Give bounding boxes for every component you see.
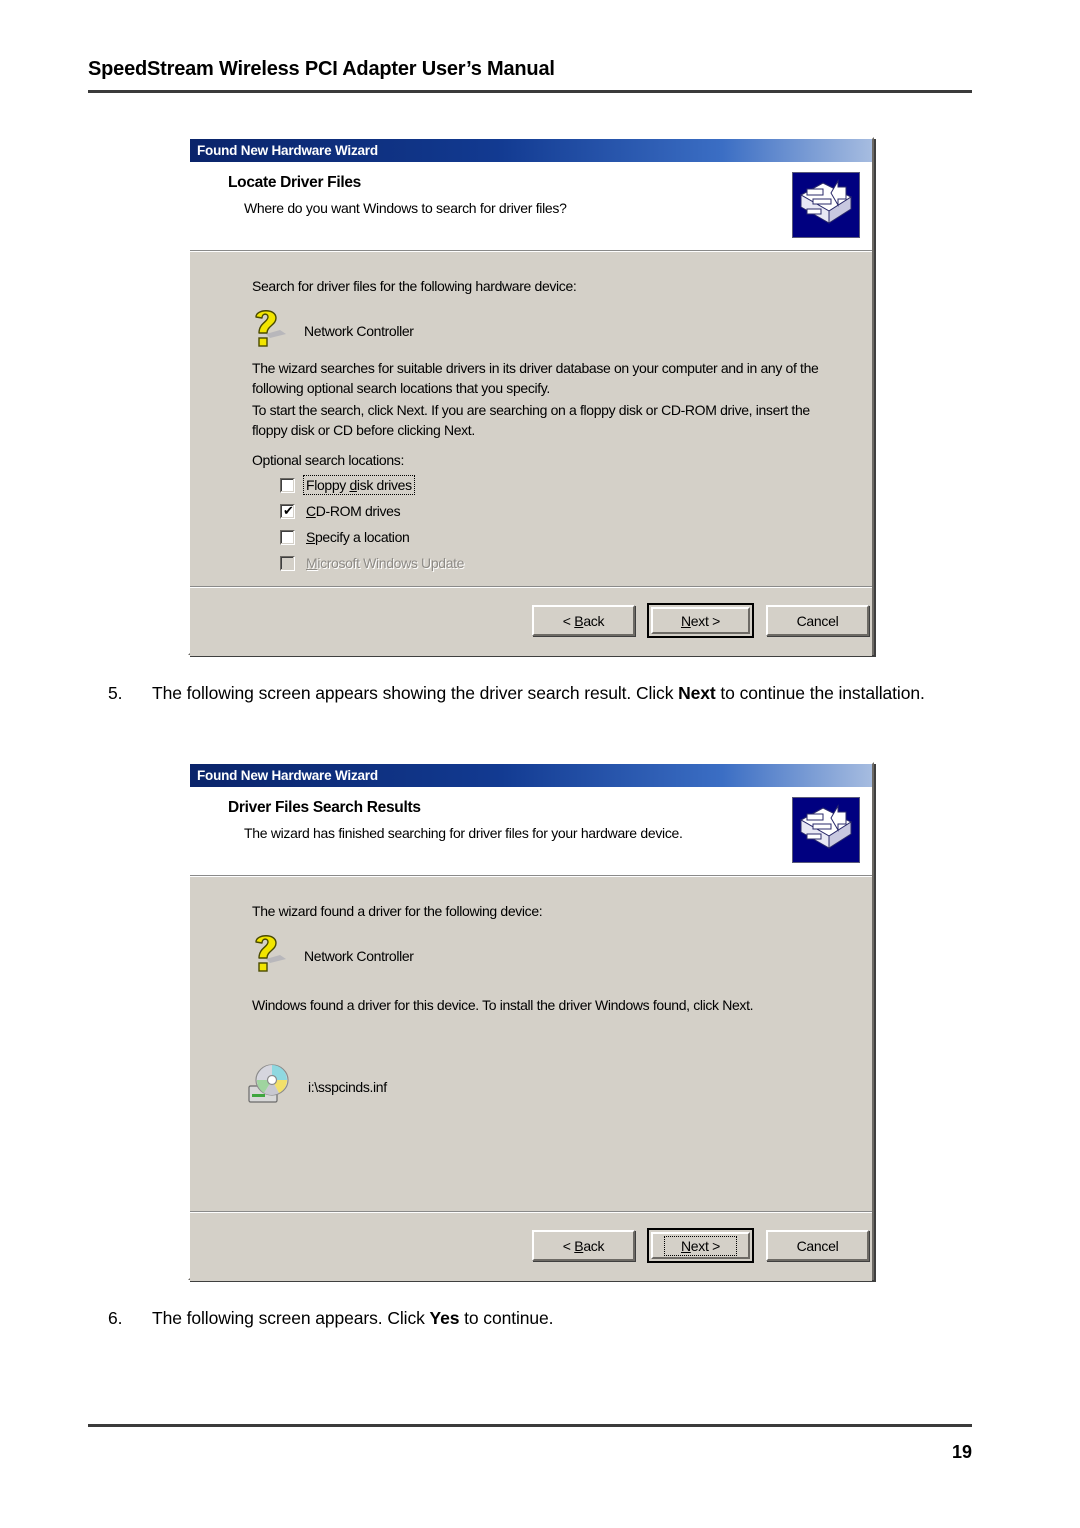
page-header: SpeedStream Wireless PCI Adapter User’s … xyxy=(88,58,972,93)
header-rule xyxy=(88,90,972,93)
dialog2-device-name: Network Controller xyxy=(304,947,414,964)
back-button[interactable]: < Back xyxy=(532,605,635,636)
checkbox-floppy-box[interactable] xyxy=(280,477,295,493)
locate-driver-files-dialog: Found New Hardware Wizard Locate Driver … xyxy=(188,137,874,656)
checkbox-floppy-disk-drives[interactable]: Floppy disk drives xyxy=(280,475,466,495)
checkbox-cdrom-label: CD-ROM drives xyxy=(306,503,401,519)
dialog2-intro-text: The wizard found a driver for the follow… xyxy=(252,903,543,919)
page-number: 19 xyxy=(951,1442,972,1462)
dialog2-inf-filename: i:\sspcinds.inf xyxy=(308,1078,387,1095)
dialog1-title-text: Found New Hardware Wizard xyxy=(197,143,378,158)
dialog2-button-row: < Back Next > Cancel xyxy=(532,1228,869,1263)
dialog1-paragraph-1: The wizard searches for suitable drivers… xyxy=(252,360,819,396)
driver-files-search-results-dialog: Found New Hardware Wizard Driver Files S… xyxy=(188,762,874,1281)
checkbox-specify-a-location[interactable]: Specify a location xyxy=(280,527,466,547)
cancel-button[interactable]: Cancel xyxy=(766,605,869,636)
dialog2-button-separator xyxy=(190,1211,872,1213)
dialog1-titlebar[interactable]: Found New Hardware Wizard xyxy=(190,139,872,162)
next-button[interactable]: Next > xyxy=(647,603,754,638)
step-5-text: The following screen appears showing the… xyxy=(152,683,925,703)
dialog2-titlebar[interactable]: Found New Hardware Wizard xyxy=(190,764,872,787)
dialog1-body: Search for driver files for the followin… xyxy=(190,251,872,656)
checkbox-cdrom-drives[interactable]: ✔ CD-ROM drives xyxy=(280,501,466,521)
check-mark-icon: ✔ xyxy=(283,502,294,518)
step-6-text: The following screen appears. Click Yes … xyxy=(152,1308,554,1328)
dialog2-header-panel: Driver Files Search Results The wizard h… xyxy=(190,787,872,876)
back-button[interactable]: < Back xyxy=(532,1230,635,1261)
wizard-hardware-icon xyxy=(792,797,860,863)
checkbox-cdrom-box[interactable]: ✔ xyxy=(280,502,295,519)
dialog2-heading: Driver Files Search Results xyxy=(228,799,421,816)
checkbox-floppy-label: Floppy disk drives xyxy=(303,475,415,495)
step-5: 5. The following screen appears showing … xyxy=(108,680,970,707)
cancel-button[interactable]: Cancel xyxy=(766,1230,869,1261)
page-title: SpeedStream Wireless PCI Adapter User’s … xyxy=(88,58,555,80)
optional-search-locations-group: Optional search locations: Floppy disk d… xyxy=(252,452,466,579)
checkbox-windows-update-label: Microsoft Windows Update xyxy=(306,555,465,571)
yellow-question-mark-icon xyxy=(246,929,290,982)
dialog2-body: The wizard found a driver for the follow… xyxy=(190,876,872,1281)
next-button[interactable]: Next > xyxy=(647,1228,754,1263)
yellow-question-mark-icon xyxy=(246,304,290,357)
cd-drive-icon xyxy=(246,1059,294,1114)
dialog2-inf-row: i:\sspcinds.inf xyxy=(246,1059,387,1114)
checkbox-specify-label: Specify a location xyxy=(306,529,410,545)
dialog1-button-row: < Back Next > Cancel xyxy=(532,603,869,638)
dialog1-device-name: Network Controller xyxy=(304,322,414,339)
dialog1-header-panel: Locate Driver Files Where do you want Wi… xyxy=(190,162,872,251)
dialog2-subheading: The wizard has finished searching for dr… xyxy=(244,825,683,841)
dialog1-button-separator xyxy=(190,586,872,588)
optional-search-locations-label: Optional search locations: xyxy=(252,452,404,468)
dialog1-heading: Locate Driver Files xyxy=(228,174,361,191)
wizard-hardware-icon xyxy=(792,172,860,238)
step-5-number: 5. xyxy=(108,683,123,703)
dialog1-device-row: Network Controller xyxy=(246,304,414,357)
dialog2-title-text: Found New Hardware Wizard xyxy=(197,768,378,783)
footer-rule xyxy=(88,1424,972,1427)
checkbox-microsoft-windows-update: Microsoft Windows Update xyxy=(280,553,466,573)
step-6-number: 6. xyxy=(108,1308,123,1328)
checkbox-windows-update-box xyxy=(280,555,295,571)
dialog2-paragraph-1: Windows found a driver for this device. … xyxy=(252,997,754,1013)
dialog1-intro-text: Search for driver files for the followin… xyxy=(252,278,577,294)
dialog2-device-row: Network Controller xyxy=(246,929,414,982)
dialog1-subheading: Where do you want Windows to search for … xyxy=(244,200,567,216)
step-6: 6. The following screen appears. Click Y… xyxy=(108,1305,970,1332)
dialog1-paragraph-2: To start the search, click Next. If you … xyxy=(252,402,810,438)
checkbox-specify-box[interactable] xyxy=(280,529,295,545)
